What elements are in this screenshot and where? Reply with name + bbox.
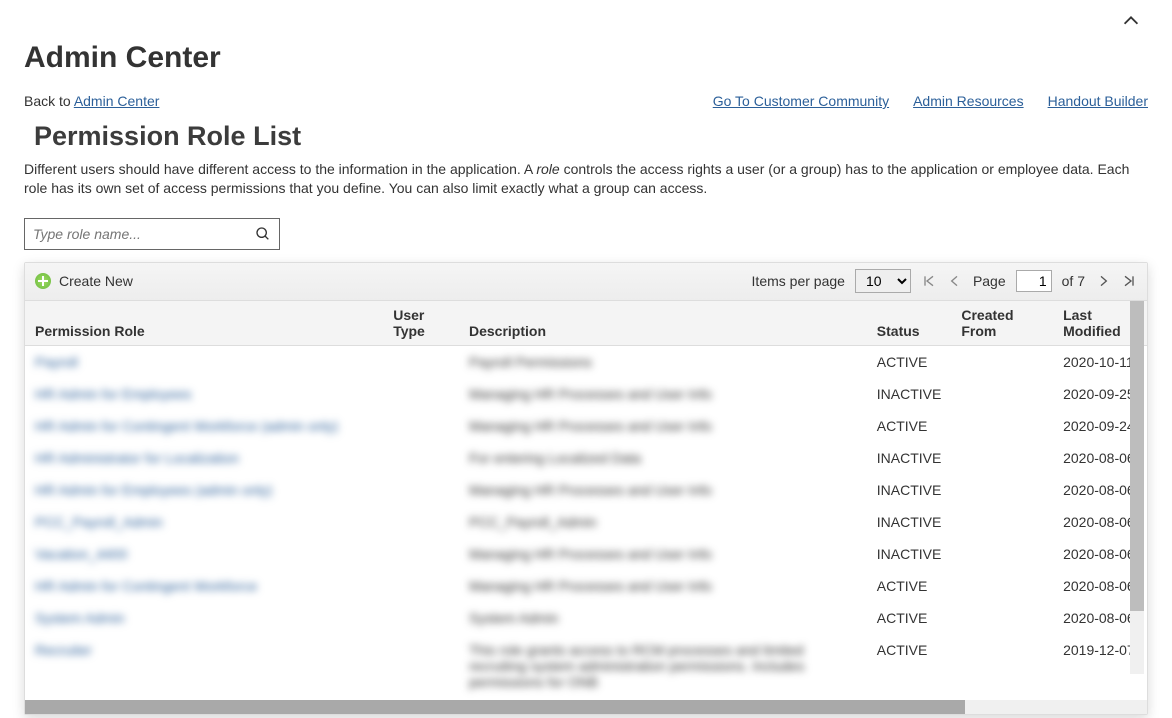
role-desc: PCC_Payroll_Admin <box>469 514 597 530</box>
role-link[interactable]: HR Admin for Employees (admin only) <box>35 482 272 498</box>
back-prefix: Back to <box>24 93 74 109</box>
items-per-page-select[interactable]: 10 <box>855 269 911 293</box>
page-desc-pre: Different users should have different ac… <box>24 161 536 177</box>
page-number-input[interactable] <box>1016 270 1052 292</box>
chevron-up-icon <box>1120 10 1142 32</box>
role-status: ACTIVE <box>867 345 952 378</box>
th-user-type[interactable]: User Type <box>383 301 459 346</box>
role-link[interactable]: HR Admin for Contingent Workforce <box>35 578 257 594</box>
role-status: INACTIVE <box>867 442 952 474</box>
role-status: INACTIVE <box>867 378 952 410</box>
table-row: Recruiter This role grants access to RCM … <box>25 634 1147 698</box>
role-status: ACTIVE <box>867 410 952 442</box>
table-row: PCC_Payroll_Admin PCC_Payroll_Admin INACTI… <box>25 506 1147 538</box>
role-last-modified: 2019-12-07 <box>1053 634 1147 698</box>
page-title: Permission Role List <box>34 121 1148 152</box>
page-description: Different users should have different ac… <box>24 160 1148 198</box>
search-wrapper <box>24 218 280 250</box>
pagination-controls: Items per page 10 Page of 7 <box>752 269 1137 293</box>
back-to-admin-center-link[interactable]: Admin Center <box>74 93 160 109</box>
admin-resources-link[interactable]: Admin Resources <box>913 93 1024 109</box>
role-link[interactable]: HR Administrator for Localization <box>35 450 239 466</box>
table-row: HR Admin for Employees (admin only) Manag… <box>25 474 1147 506</box>
items-per-page-label: Items per page <box>752 273 845 289</box>
role-last-modified: 2020-10-11 <box>1053 345 1147 378</box>
search-input[interactable] <box>33 226 255 242</box>
search-icon[interactable] <box>255 226 271 242</box>
prev-page-button[interactable] <box>947 273 963 289</box>
role-status: INACTIVE <box>867 538 952 570</box>
role-desc: Managing HR Processes and User Info <box>469 546 712 562</box>
table-row: System Admin System Admin ACTIVE 2020-08-06 <box>25 602 1147 634</box>
th-status[interactable]: Status <box>867 301 952 346</box>
table-row: Payroll Payroll Permissions ACTIVE 2020-10-… <box>25 345 1147 378</box>
role-desc: Managing HR Processes and User Info <box>469 578 712 594</box>
back-link-wrapper: Back to Admin Center <box>24 93 159 109</box>
role-desc: System Admin <box>469 610 558 626</box>
role-last-modified: 2020-09-24 <box>1053 410 1147 442</box>
horizontal-scrollbar[interactable] <box>25 700 1147 714</box>
table-row: HR Administrator for Localization For ent… <box>25 442 1147 474</box>
role-desc: Managing HR Processes and User Info <box>469 386 712 402</box>
role-link[interactable]: HR Admin for Employees <box>35 386 191 402</box>
plus-icon <box>35 273 51 289</box>
table-row: HR Admin for Contingent Workforce (admin… <box>25 410 1147 442</box>
role-last-modified: 2020-08-06 <box>1053 538 1147 570</box>
role-status: INACTIVE <box>867 474 952 506</box>
role-desc: For entering Localized Data <box>469 450 641 466</box>
role-last-modified: 2020-08-06 <box>1053 602 1147 634</box>
handout-builder-link[interactable]: Handout Builder <box>1048 93 1148 109</box>
role-desc: Managing HR Processes and User Info <box>469 482 712 498</box>
create-new-label: Create New <box>59 273 133 289</box>
role-status: ACTIVE <box>867 602 952 634</box>
table-row: HR Admin for Employees Managing HR Proces… <box>25 378 1147 410</box>
page-label: Page <box>973 273 1006 289</box>
th-description[interactable]: Description <box>459 301 867 346</box>
role-status: ACTIVE <box>867 570 952 602</box>
role-last-modified: 2020-08-06 <box>1053 474 1147 506</box>
role-last-modified: 2020-08-06 <box>1053 506 1147 538</box>
table-toolbar: Create New Items per page 10 Page of 7 <box>25 263 1147 301</box>
table-row: Vacation_4400 Managing HR Processes and U… <box>25 538 1147 570</box>
horizontal-scrollbar-thumb[interactable] <box>25 700 965 714</box>
page-total-label: of 7 <box>1062 273 1085 289</box>
permission-role-table: Permission Role User Type Description St… <box>25 301 1147 698</box>
role-link[interactable]: Recruiter <box>35 642 92 658</box>
app-title: Admin Center <box>24 41 1148 75</box>
create-new-button[interactable]: Create New <box>35 273 133 289</box>
page-desc-em: role <box>536 161 559 177</box>
role-last-modified: 2020-09-25 <box>1053 378 1147 410</box>
role-list-panel: Create New Items per page 10 Page of 7 P… <box>24 262 1148 715</box>
customer-community-link[interactable]: Go To Customer Community <box>713 93 889 109</box>
last-page-button[interactable] <box>1121 273 1137 289</box>
role-status: INACTIVE <box>867 506 952 538</box>
role-desc: This role grants access to RCM processes… <box>469 642 857 690</box>
role-link[interactable]: System Admin <box>35 610 124 626</box>
role-last-modified: 2020-08-06 <box>1053 442 1147 474</box>
collapse-panel-toggle[interactable] <box>24 10 1148 35</box>
th-last-modified[interactable]: Last Modified <box>1053 301 1147 346</box>
th-permission-role[interactable]: Permission Role <box>25 301 383 346</box>
role-status: ACTIVE <box>867 634 952 698</box>
role-link[interactable]: Vacation_4400 <box>35 546 127 562</box>
table-row: HR Admin for Contingent Workforce Managin… <box>25 570 1147 602</box>
th-created-from[interactable]: Created From <box>951 301 1053 346</box>
role-link[interactable]: Payroll <box>35 354 78 370</box>
role-last-modified: 2020-08-06 <box>1053 570 1147 602</box>
role-desc: Managing HR Processes and User Info <box>469 418 712 434</box>
first-page-button[interactable] <box>921 273 937 289</box>
next-page-button[interactable] <box>1095 273 1111 289</box>
role-desc: Payroll Permissions <box>469 354 592 370</box>
role-link[interactable]: HR Admin for Contingent Workforce (admin… <box>35 418 338 434</box>
role-link[interactable]: PCC_Payroll_Admin <box>35 514 163 530</box>
